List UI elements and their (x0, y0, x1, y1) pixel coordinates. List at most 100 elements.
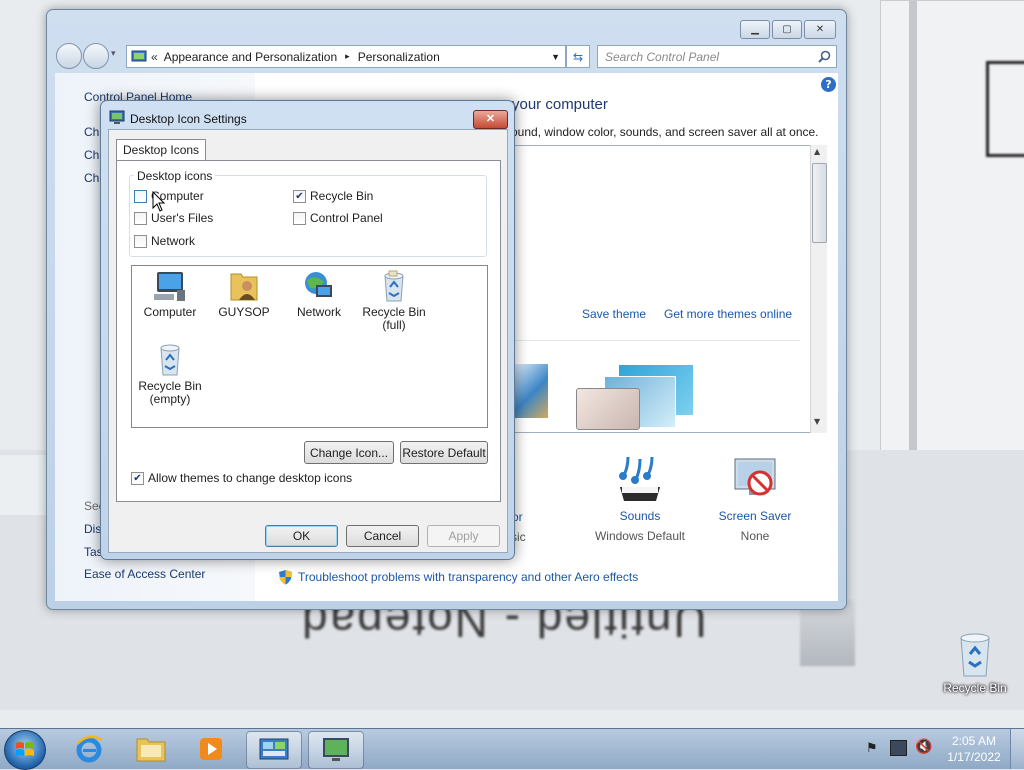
cancel-button[interactable]: Cancel (346, 525, 419, 547)
themes-list[interactable]: Save theme Get more themes online (513, 145, 827, 433)
back-button[interactable] (56, 43, 82, 69)
dialog-app-icon (109, 110, 125, 124)
sounds-item[interactable]: Sounds Windows Default (565, 453, 715, 543)
maximize-button[interactable]: ▢ (772, 20, 802, 39)
recycle-bin-icon (960, 633, 990, 677)
windows-logo-icon (16, 742, 34, 756)
media-player-icon (200, 738, 222, 760)
mouse-cursor-icon (152, 191, 166, 212)
search-input[interactable]: Search Control Panel (597, 45, 837, 68)
folder-icon (136, 738, 166, 762)
restore-default-button[interactable]: Restore Default (400, 441, 488, 464)
recycle-bin-empty-icon (160, 344, 180, 376)
network-tray-icon[interactable] (890, 740, 907, 756)
checkbox-recycle-bin[interactable]: ✔ Recycle Bin (293, 189, 373, 203)
help-icon[interactable]: ? (821, 77, 836, 92)
themes-scrollbar[interactable]: ▲ ▼ (810, 145, 827, 433)
checkbox-users-files[interactable]: User's Files (134, 211, 213, 225)
internet-explorer-icon (76, 735, 103, 763)
breadcrumb-overflow[interactable]: « (151, 50, 158, 64)
start-button[interactable] (4, 730, 46, 770)
checkbox-network[interactable]: Network (134, 234, 195, 248)
clock-time: 2:05 AM (951, 734, 997, 748)
forward-button[interactable] (83, 43, 109, 69)
icon-item-recycle-bin-empty[interactable]: Recycle Bin (empty) (136, 344, 204, 406)
icon-item-user-files[interactable]: GUYSOP (210, 270, 278, 319)
icon-item-computer[interactable]: Computer (136, 270, 204, 319)
network-icon (305, 272, 332, 297)
tab-panel: Desktop icons Computer ✔ Recycle Bin Use… (116, 160, 501, 502)
maximize-icon: ▢ (782, 24, 792, 35)
checkbox-box[interactable] (134, 189, 147, 203)
scroll-thumb[interactable] (812, 163, 827, 243)
dialog-close-button[interactable]: ✕ (473, 110, 508, 129)
screen-saver-item[interactable]: Screen Saver None (705, 453, 805, 543)
close-button[interactable]: ✕ (804, 20, 836, 39)
desktop-icon-settings-dialog: Desktop Icon Settings ✕ Desktop Icons De… (100, 100, 515, 560)
refresh-button[interactable]: ⇆ (566, 45, 590, 68)
shield-icon (279, 570, 292, 585)
page-subtitle: ound, window color, sounds, and screen s… (511, 125, 819, 139)
desktop-recycle-bin[interactable]: Recycle Bin (940, 632, 1010, 695)
checkbox-computer[interactable]: Computer (134, 189, 204, 203)
taskbar-media-player[interactable] (184, 731, 238, 767)
display-link[interactable]: Dis (84, 522, 101, 536)
theme-thumbnail-1[interactable] (514, 364, 548, 418)
sounds-icon (619, 456, 660, 501)
checkbox-box[interactable] (293, 211, 306, 225)
get-more-themes-link[interactable]: Get more themes online (664, 307, 792, 321)
icon-item-network[interactable]: Network (285, 270, 353, 319)
close-icon: ✕ (815, 24, 825, 35)
page-heading: your computer (512, 96, 608, 113)
scroll-down-icon[interactable]: ▼ (814, 417, 820, 426)
clock[interactable]: 2:05 AM 1/17/2022 (944, 733, 1004, 765)
checkbox-control-panel[interactable]: Control Panel (293, 211, 383, 225)
control-panel-icon (259, 738, 289, 760)
taskbar: ⚑ 🔇 2:05 AM 1/17/2022 (0, 728, 1024, 770)
screen-saver-label: Screen Saver (718, 509, 792, 523)
scroll-up-icon[interactable]: ▲ (814, 147, 820, 156)
search-icon[interactable] (818, 50, 831, 63)
taskbar-internet-explorer[interactable] (62, 731, 116, 767)
theme-thumbnail-2[interactable] (574, 358, 694, 430)
breadcrumb-appearance[interactable]: Appearance and Personalization (164, 50, 337, 64)
ease-of-access-link[interactable]: Ease of Access Center (84, 567, 205, 581)
tab-desktop-icons[interactable]: Desktop Icons (116, 139, 207, 160)
apply-button[interactable]: Apply (427, 525, 500, 547)
recycle-bin-full-icon (384, 270, 404, 302)
breadcrumb-separator[interactable]: ▸ (345, 51, 350, 62)
checkbox-allow-themes[interactable]: ✔ Allow themes to change desktop icons (131, 471, 352, 485)
show-desktop-button[interactable] (1010, 729, 1024, 769)
minimize-icon: ▁ (751, 24, 759, 35)
screen-saver-icon (734, 458, 776, 496)
address-bar[interactable]: « Appearance and Personalization ▸ Perso… (126, 45, 566, 68)
icon-list[interactable]: Computer GUYSOP Network Recycle Bin (ful… (131, 265, 488, 428)
taskbar-windows-explorer[interactable] (124, 731, 178, 767)
screen-saver-value: None (740, 529, 770, 543)
ok-button[interactable]: OK (265, 525, 338, 547)
sounds-value: Windows Default (594, 529, 686, 543)
troubleshoot-link[interactable]: Troubleshoot problems with transparency … (278, 569, 638, 585)
checkbox-box[interactable]: ✔ (293, 189, 306, 203)
taskbar-desktop-icon-settings[interactable] (308, 731, 364, 769)
icon-item-recycle-bin-full[interactable]: Recycle Bin (full) (360, 270, 428, 332)
search-placeholder: Search Control Panel (605, 49, 720, 64)
action-center-flag-icon[interactable]: ⚑ (866, 741, 878, 756)
computer-icon (154, 272, 185, 301)
dialog-title: Desktop Icon Settings (130, 112, 247, 126)
desktop-recycle-bin-label: Recycle Bin (943, 681, 1007, 695)
breadcrumb-personalization[interactable]: Personalization (358, 50, 440, 64)
checkbox-box[interactable] (134, 234, 147, 248)
refresh-icon: ⇆ (572, 49, 584, 64)
volume-muted-icon[interactable]: 🔇 (915, 739, 932, 755)
recent-pages-icon[interactable]: ▾ (111, 49, 116, 59)
taskbar-control-panel[interactable] (246, 731, 302, 769)
group-label: Desktop icons (134, 169, 216, 183)
checkbox-box[interactable] (134, 211, 147, 225)
change-icon-button[interactable]: Change Icon... (304, 441, 394, 464)
save-theme-link[interactable]: Save theme (582, 307, 646, 321)
control-panel-icon (131, 50, 147, 61)
minimize-button[interactable]: ▁ (740, 20, 770, 39)
checkbox-box[interactable]: ✔ (131, 471, 144, 485)
address-dropdown-icon[interactable]: ▼ (551, 52, 560, 62)
